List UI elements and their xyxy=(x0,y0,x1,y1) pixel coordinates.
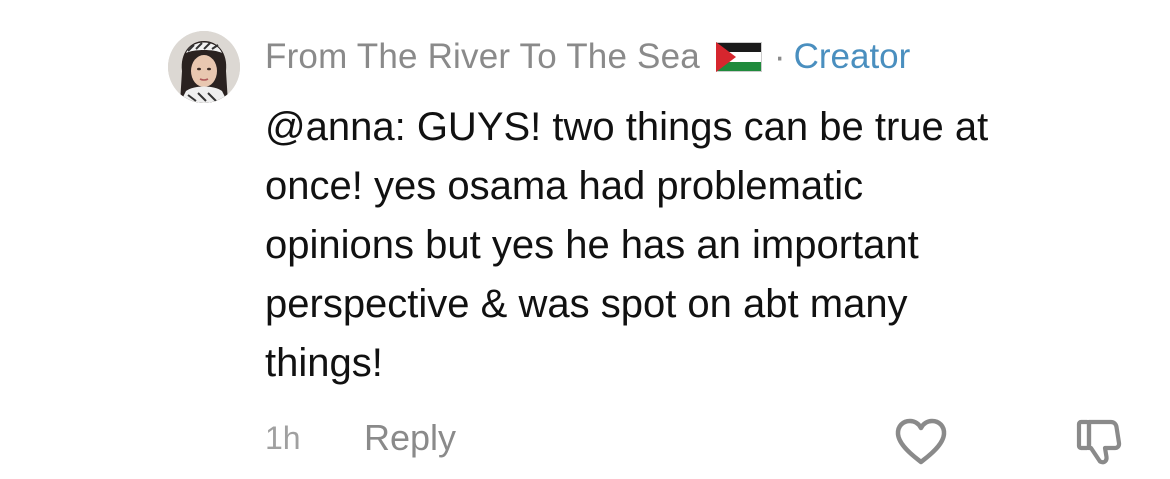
comment-header: From The River To The Sea · Creator xyxy=(265,34,910,80)
comment-text-line: perspective & was spot on abt many xyxy=(265,282,908,326)
comment-item: From The River To The Sea · Creator @ann… xyxy=(0,0,1170,479)
comment-text: @anna: GUYS! two things can be true at o… xyxy=(265,98,1145,393)
palestine-flag-icon xyxy=(715,42,762,72)
reply-button[interactable]: Reply xyxy=(364,417,456,459)
comment-text-line: things! xyxy=(265,341,383,385)
comment-timestamp: 1h xyxy=(265,420,301,456)
heart-outline-icon[interactable] xyxy=(893,417,949,467)
separator-dot: · xyxy=(773,37,786,76)
thumbs-down-outline-icon[interactable] xyxy=(1075,416,1123,466)
comment-text-line: once! yes osama had problematic xyxy=(265,164,864,208)
author-name[interactable]: From The River To The Sea xyxy=(265,37,700,77)
comment-text-line: opinions but yes he has an important xyxy=(265,223,919,267)
avatar[interactable] xyxy=(168,31,240,103)
comment-text-line: @anna: GUYS! two things can be true at xyxy=(265,105,989,149)
creator-badge: Creator xyxy=(793,37,911,76)
